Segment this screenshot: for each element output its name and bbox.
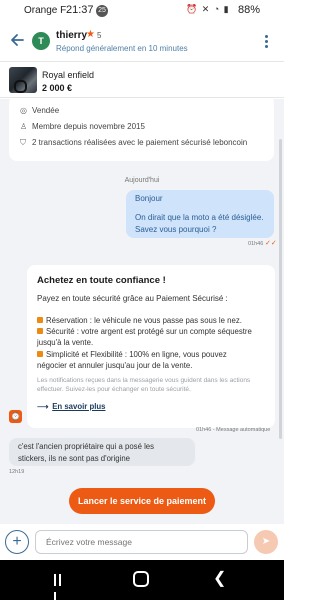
- message-composer: + ➤: [0, 524, 284, 560]
- benefit-simplicity: Simplicité et Flexibilité : 100% en lign…: [37, 349, 269, 371]
- benefit-text: Sécurité : votre argent est protégé sur …: [46, 327, 252, 336]
- carrier-label: Orange F: [24, 5, 67, 16]
- shield-check-icon: ⛉: [20, 138, 26, 147]
- member-since-text: Membre depuis novembre 2015: [32, 122, 145, 131]
- system-navigation-bar: ❮: [0, 560, 284, 600]
- note-line: effectuer. Suivez-les pour échanger en t…: [37, 386, 191, 393]
- seller-rating: 5: [97, 31, 102, 40]
- outgoing-message[interactable]: Bonjour On dirait que la moto a été dési…: [126, 190, 274, 238]
- benefit-text: Simplicité et Flexibilité : 100% en lign…: [46, 350, 227, 359]
- secure-card-title: Achetez en toute confiance !: [37, 275, 166, 286]
- response-time: Répond généralement en 10 minutes: [56, 44, 188, 53]
- arrow-right-icon: ⟶: [37, 402, 49, 411]
- bullet-icon: [37, 351, 43, 357]
- benefit-security: Sécurité : votre argent est protégé sur …: [37, 326, 269, 348]
- listing-thumbnail: [9, 67, 37, 93]
- benefit-text: Réservation : le véhicule ne vous passe …: [46, 316, 242, 325]
- automatic-message-timestamp: 01h46 - Message automatique: [196, 427, 271, 433]
- message-line: Bonjour: [135, 194, 163, 203]
- location-pin-icon: ◎: [20, 106, 27, 115]
- secure-card-intro: Payez en toute sécurité grâce au Paiemen…: [37, 294, 228, 303]
- transactions-row: ⛉ 2 transactions réalisées avec le paieme…: [20, 138, 247, 148]
- member-since-row: ♙ Membre depuis novembre 2015: [20, 122, 145, 131]
- bullet-icon: [37, 317, 43, 323]
- avatar[interactable]: T: [32, 32, 50, 50]
- screen: Orange F 21:37 25 ⏰ ✕ ◔ ▮ 88% T thierry …: [0, 0, 284, 600]
- user-icon: ♙: [20, 122, 28, 131]
- listing-summary[interactable]: Royal enfield 2 000 €: [0, 62, 284, 98]
- location-row: ◎ Vendée: [20, 106, 59, 115]
- attach-plus-button[interactable]: +: [5, 530, 29, 554]
- message-line: stickers, ils ne sont pas d'origine: [18, 454, 130, 463]
- note-line: Les notifications reçues dans la message…: [37, 377, 251, 384]
- message-line: c'est l'ancien propriétaire qui a posé l…: [18, 442, 155, 451]
- send-button[interactable]: ➤: [254, 530, 278, 554]
- notification-count-badge: 25: [96, 5, 108, 17]
- launch-payment-button[interactable]: Lancer le service de paiement: [69, 488, 215, 514]
- bullet-icon: [37, 328, 43, 334]
- leboncoin-logo-icon: ⌚: [9, 410, 22, 423]
- message-time: 12h19: [9, 469, 25, 475]
- location-text: Vendée: [32, 106, 60, 115]
- scrollbar[interactable]: [279, 139, 282, 439]
- benefit-text: négocier et annuler jusqu'au jour de la …: [37, 361, 193, 370]
- benefit-reservation: Réservation : le véhicule ne vous passe …: [37, 315, 269, 326]
- benefit-text: jusqu'à la vente.: [37, 338, 94, 347]
- listing-price: 2 000 €: [42, 83, 73, 93]
- back-arrow-icon[interactable]: [9, 32, 25, 48]
- learn-more-label: En savoir plus: [52, 402, 106, 411]
- battery-level: 88%: [238, 4, 261, 16]
- status-bar: Orange F 21:37 25 ⏰ ✕ ◔ ▮ 88%: [0, 0, 284, 22]
- date-separator: Aujourd'hui: [124, 177, 160, 184]
- message-line: On dirait que la moto a été désiglée.: [135, 213, 264, 222]
- more-options-icon[interactable]: [262, 33, 270, 51]
- star-icon: ★: [86, 29, 95, 40]
- read-checkmarks-icon: ✓✓: [265, 240, 277, 247]
- chat-area[interactable]: ◎ Vendée ♙ Membre depuis novembre 2015 ⛉ 2 …: [0, 99, 284, 524]
- listing-title: Royal enfield: [42, 70, 95, 80]
- clock: 21:37: [66, 4, 94, 16]
- secure-payment-card: Achetez en toute confiance ! Payez en to…: [27, 265, 275, 428]
- home-icon[interactable]: [133, 571, 149, 587]
- secure-card-note: Les notifications reçues dans la message…: [37, 376, 269, 394]
- message-input[interactable]: [35, 530, 248, 554]
- message-line: Savez vous pourquoi ?: [135, 225, 217, 234]
- conversation-header: T thierry ★ 5 Répond généralement en 10 …: [0, 22, 284, 62]
- message-time: 01h46: [248, 241, 264, 247]
- system-back-icon[interactable]: ❮: [213, 568, 226, 588]
- seller-profile-card: ◎ Vendée ♙ Membre depuis novembre 2015 ⛉ 2 …: [9, 99, 274, 161]
- recent-apps-icon[interactable]: [54, 573, 68, 600]
- learn-more-link[interactable]: ⟶ En savoir plus: [37, 402, 105, 411]
- seller-name[interactable]: thierry: [56, 30, 87, 41]
- incoming-message[interactable]: c'est l'ancien propriétaire qui a posé l…: [9, 438, 195, 466]
- status-icons: ⏰ ✕ ◔ ▮: [186, 4, 230, 14]
- transactions-text: 2 transactions réalisées avec le paiemen…: [32, 138, 248, 147]
